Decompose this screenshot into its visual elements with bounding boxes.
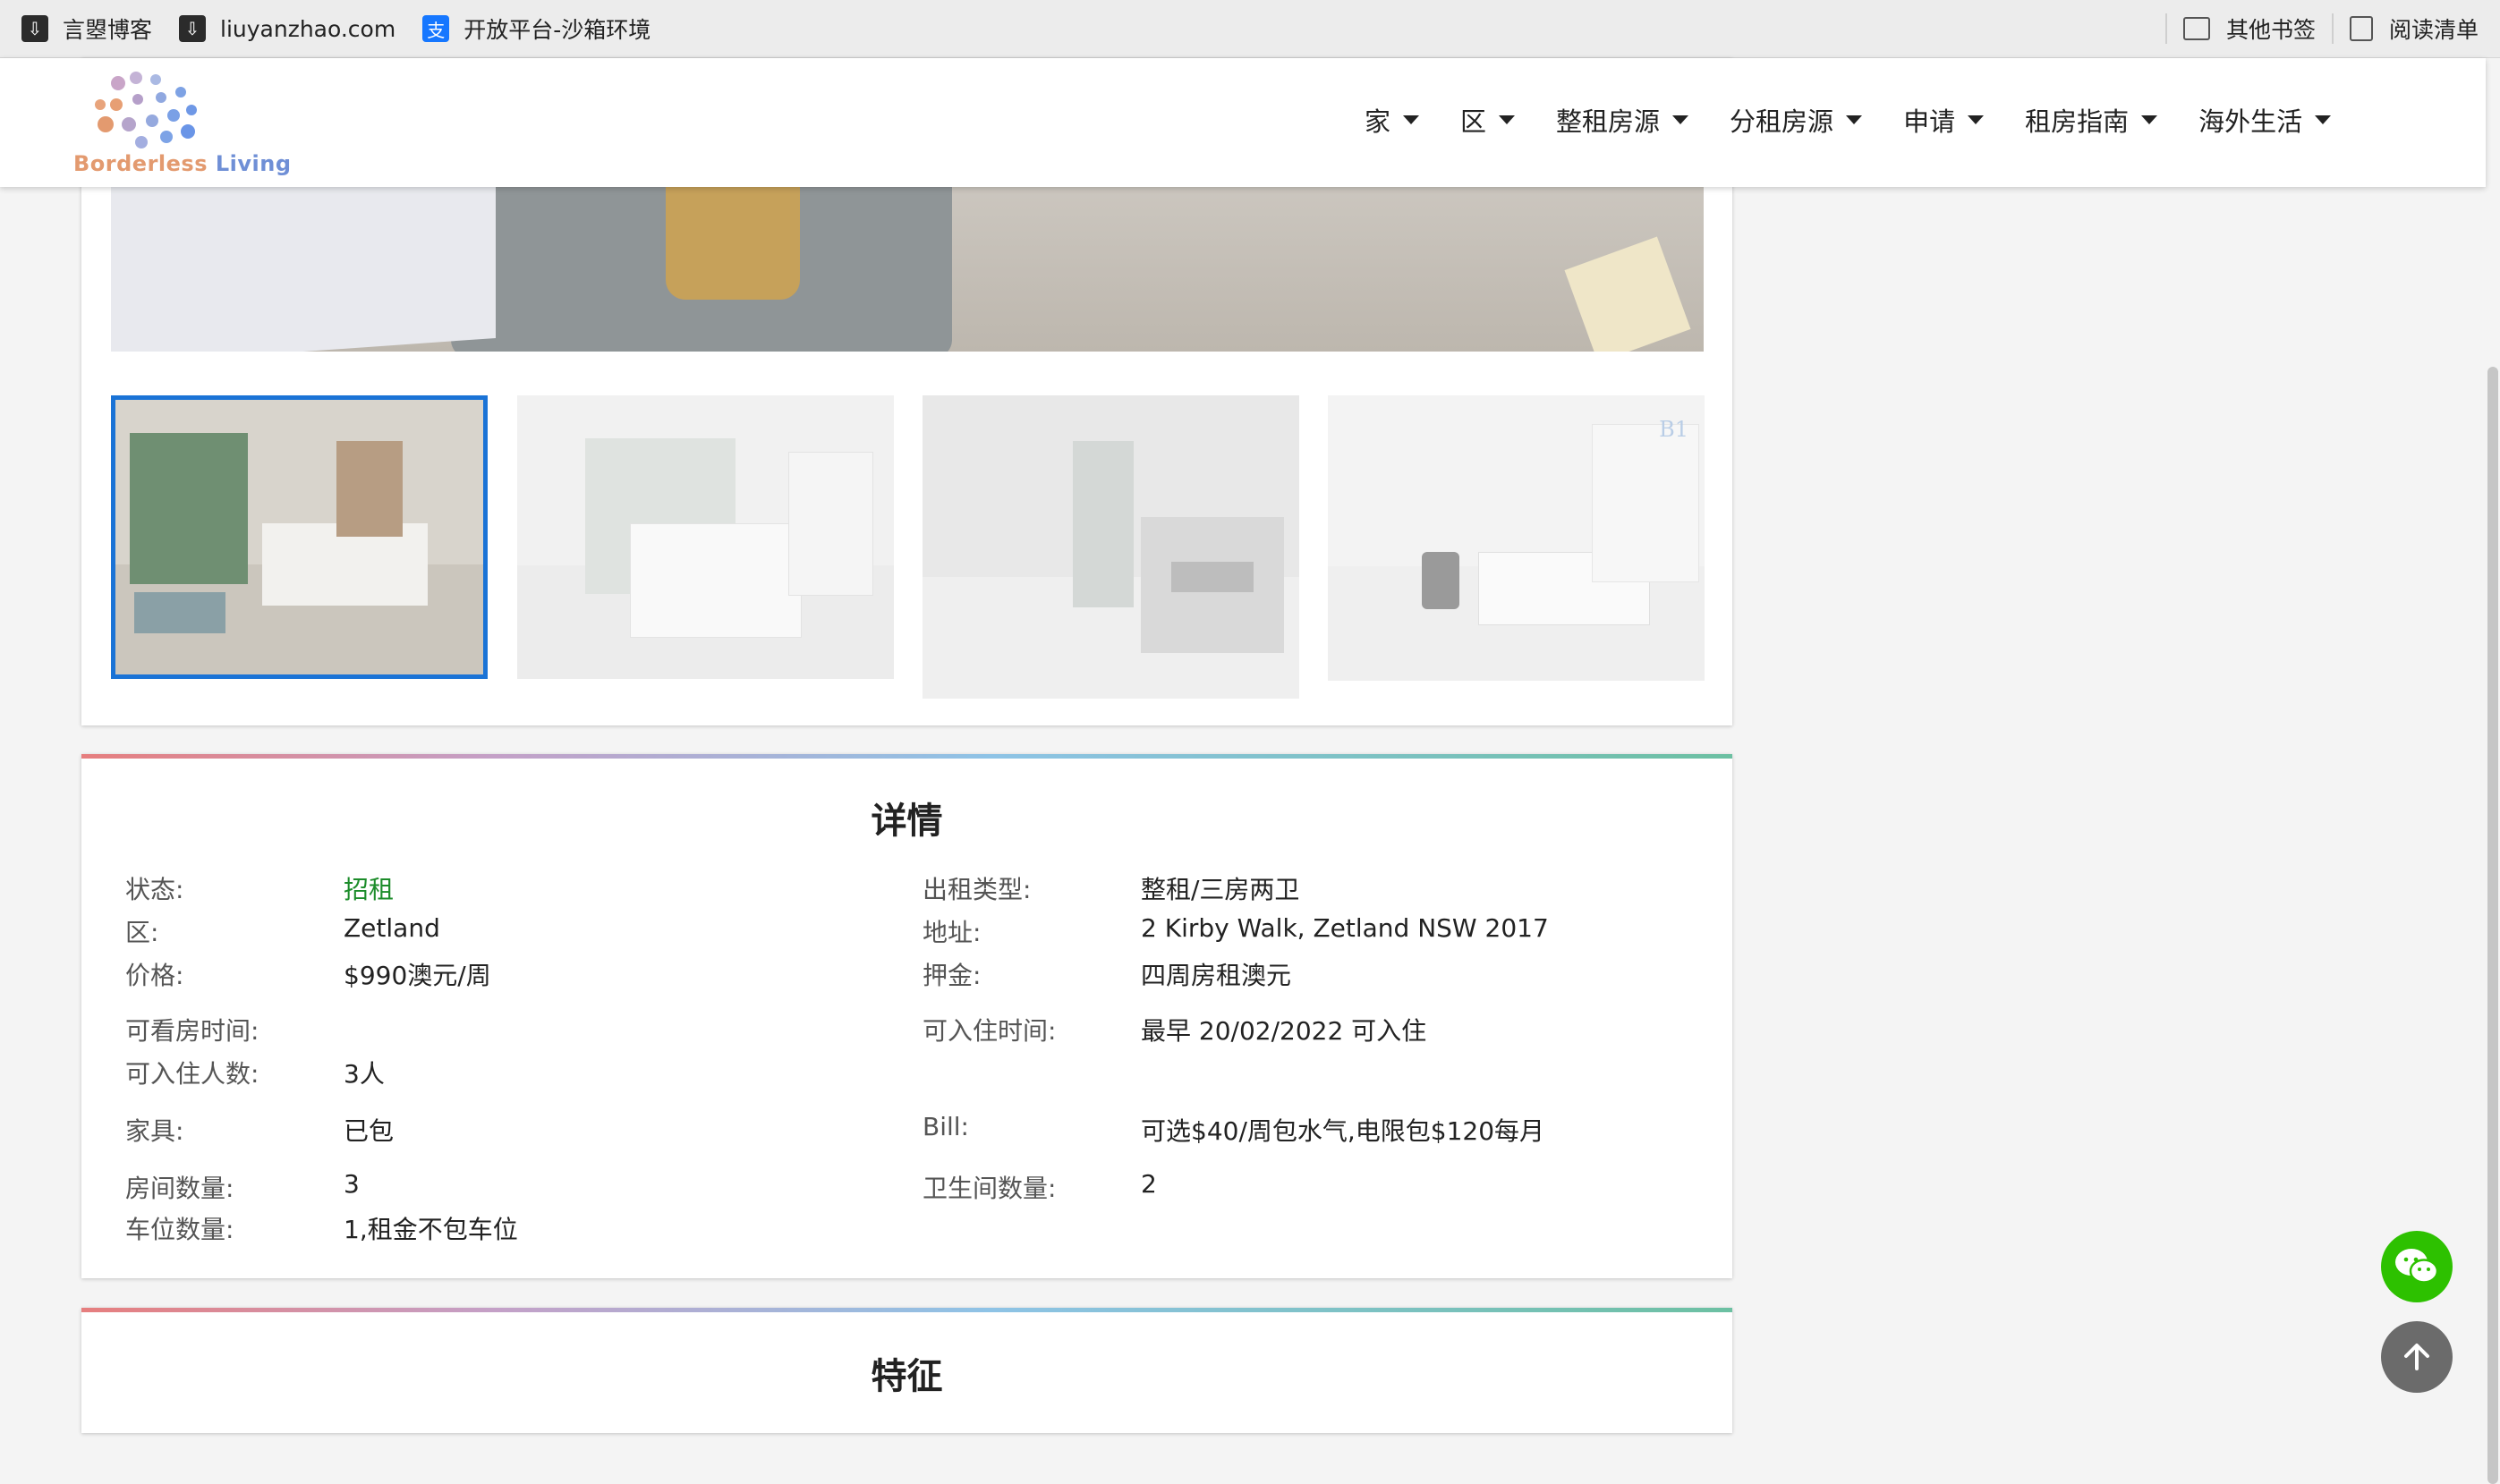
- caret-down-icon: [1672, 115, 1689, 124]
- detail-label: 卫生间数量:: [923, 1174, 1057, 1203]
- detail-label: 出租类型:: [923, 875, 1032, 904]
- detail-label: 房间数量:: [125, 1174, 234, 1203]
- other-bookmarks-label: 其他书签: [2225, 17, 2316, 43]
- caret-down-icon: [1499, 115, 1516, 124]
- logo-text: Borderless Living: [73, 151, 292, 176]
- divider: [2331, 13, 2334, 44]
- detail-label: 可入住时间:: [923, 1016, 1057, 1046]
- status-value: 招租: [344, 875, 395, 904]
- detail-value: 最早 20/02/2022 可入住: [1141, 1016, 1427, 1046]
- bookmark-label: liuyanzhao.com: [220, 15, 396, 42]
- folder-icon: [2182, 17, 2210, 40]
- detail-value: 可选$40/周包水气,电限包$120每月: [1141, 1116, 1545, 1146]
- thumbnail-watermark: B1: [1659, 417, 1688, 442]
- detail-value: 3: [344, 1169, 360, 1199]
- gradient-divider: [81, 754, 1732, 759]
- scrollbar-thumb[interactable]: [2487, 367, 2498, 1484]
- reading-list-icon: [2349, 16, 2373, 41]
- gallery-thumbnail-1[interactable]: [111, 395, 488, 679]
- bookmark-item[interactable]: ⇩ 言曌博客: [21, 13, 152, 45]
- detail-value: 1,租金不包车位: [344, 1215, 518, 1244]
- caret-down-icon: [1403, 115, 1420, 124]
- detail-value: 整租/三房两卫: [1141, 875, 1300, 904]
- nav-item-home[interactable]: 家: [1365, 101, 1420, 139]
- detail-label: 价格:: [125, 961, 184, 990]
- bookmarks-right: 其他书签 阅读清单: [2149, 0, 2479, 57]
- detail-value: 3人: [344, 1059, 385, 1089]
- bookmark-item[interactable]: 支 开放平台-沙箱环境: [422, 13, 651, 45]
- detail-label: 地址:: [923, 918, 982, 947]
- gallery-thumbnail-4[interactable]: B1: [1328, 395, 1705, 681]
- detail-label: 状态:: [125, 875, 184, 904]
- nav-item-whole-rentals[interactable]: 整租房源: [1556, 101, 1689, 139]
- bookmark-site-icon: ⇩: [21, 15, 48, 42]
- site-header: Borderless Living 家 区 整租房源 分租房源 申请 租房指南 …: [0, 58, 2486, 187]
- nav-item-shared-rentals[interactable]: 分租房源: [1730, 101, 1863, 139]
- bookmarks-bar: ⇩ 言曌博客 ⇩ liuyanzhao.com 支 开放平台-沙箱环境 其他书签…: [0, 0, 2500, 58]
- main-nav: 家 区 整租房源 分租房源 申请 租房指南 海外生活: [1365, 101, 2372, 139]
- gallery-thumbnail-3[interactable]: [923, 395, 1299, 699]
- gradient-divider: [81, 1308, 1732, 1312]
- photo-book: [1564, 236, 1691, 352]
- detail-label: Bill:: [923, 1112, 969, 1141]
- detail-value: Zetland: [344, 913, 440, 943]
- reading-list[interactable]: 阅读清单: [2349, 13, 2479, 45]
- back-to-top-button[interactable]: [2381, 1321, 2453, 1393]
- detail-value: $990澳元/周: [344, 961, 491, 990]
- caret-down-icon: [1968, 115, 1985, 124]
- detail-label: 家具:: [125, 1116, 184, 1146]
- features-title: 特征: [871, 1356, 943, 1397]
- detail-value: 四周房租澳元: [1141, 961, 1292, 990]
- features-card: 特征: [81, 1308, 1732, 1433]
- detail-label: 押金:: [923, 961, 982, 990]
- detail-label: 可入住人数:: [125, 1059, 259, 1089]
- nav-item-area[interactable]: 区: [1460, 101, 1516, 139]
- other-bookmarks[interactable]: 其他书签: [2182, 13, 2316, 45]
- bookmark-site-icon: ⇩: [179, 15, 207, 42]
- site-logo[interactable]: Borderless Living: [73, 65, 291, 182]
- bookmark-label: 言曌博客: [63, 17, 153, 43]
- nav-item-overseas-life[interactable]: 海外生活: [2198, 101, 2332, 139]
- wechat-icon: [2395, 1249, 2439, 1284]
- page-scrollbar[interactable]: [2486, 58, 2500, 1484]
- bookmark-label: 开放平台-沙箱环境: [463, 17, 651, 43]
- address-value: 2 Kirby Walk, Zetland NSW 2017: [1141, 913, 1549, 943]
- detail-label: 区:: [125, 918, 159, 947]
- arrow-up-icon: [2404, 1344, 2429, 1370]
- gallery-thumbnail-2[interactable]: [517, 395, 894, 679]
- detail-label: 可看房时间:: [125, 1016, 259, 1046]
- reading-list-label: 阅读清单: [2388, 17, 2479, 43]
- logo-dots-icon: [95, 72, 197, 148]
- alipay-icon: 支: [422, 15, 450, 42]
- caret-down-icon: [2315, 115, 2332, 124]
- nav-item-rental-guide[interactable]: 租房指南: [2025, 101, 2158, 139]
- detail-label: 车位数量:: [125, 1215, 234, 1244]
- details-card: 详情 状态: 招租 区: Zetland 价格: $990澳元/周 可看房时间:…: [81, 754, 1732, 1278]
- detail-value: 2: [1141, 1169, 1157, 1199]
- divider: [2164, 13, 2167, 44]
- details-title: 详情: [871, 801, 943, 842]
- caret-down-icon: [1846, 115, 1863, 124]
- detail-value: 已包: [344, 1116, 395, 1146]
- nav-item-apply[interactable]: 申请: [1903, 101, 1985, 139]
- wechat-button[interactable]: [2381, 1231, 2453, 1302]
- caret-down-icon: [2141, 115, 2158, 124]
- bookmark-item[interactable]: ⇩ liuyanzhao.com: [179, 15, 395, 42]
